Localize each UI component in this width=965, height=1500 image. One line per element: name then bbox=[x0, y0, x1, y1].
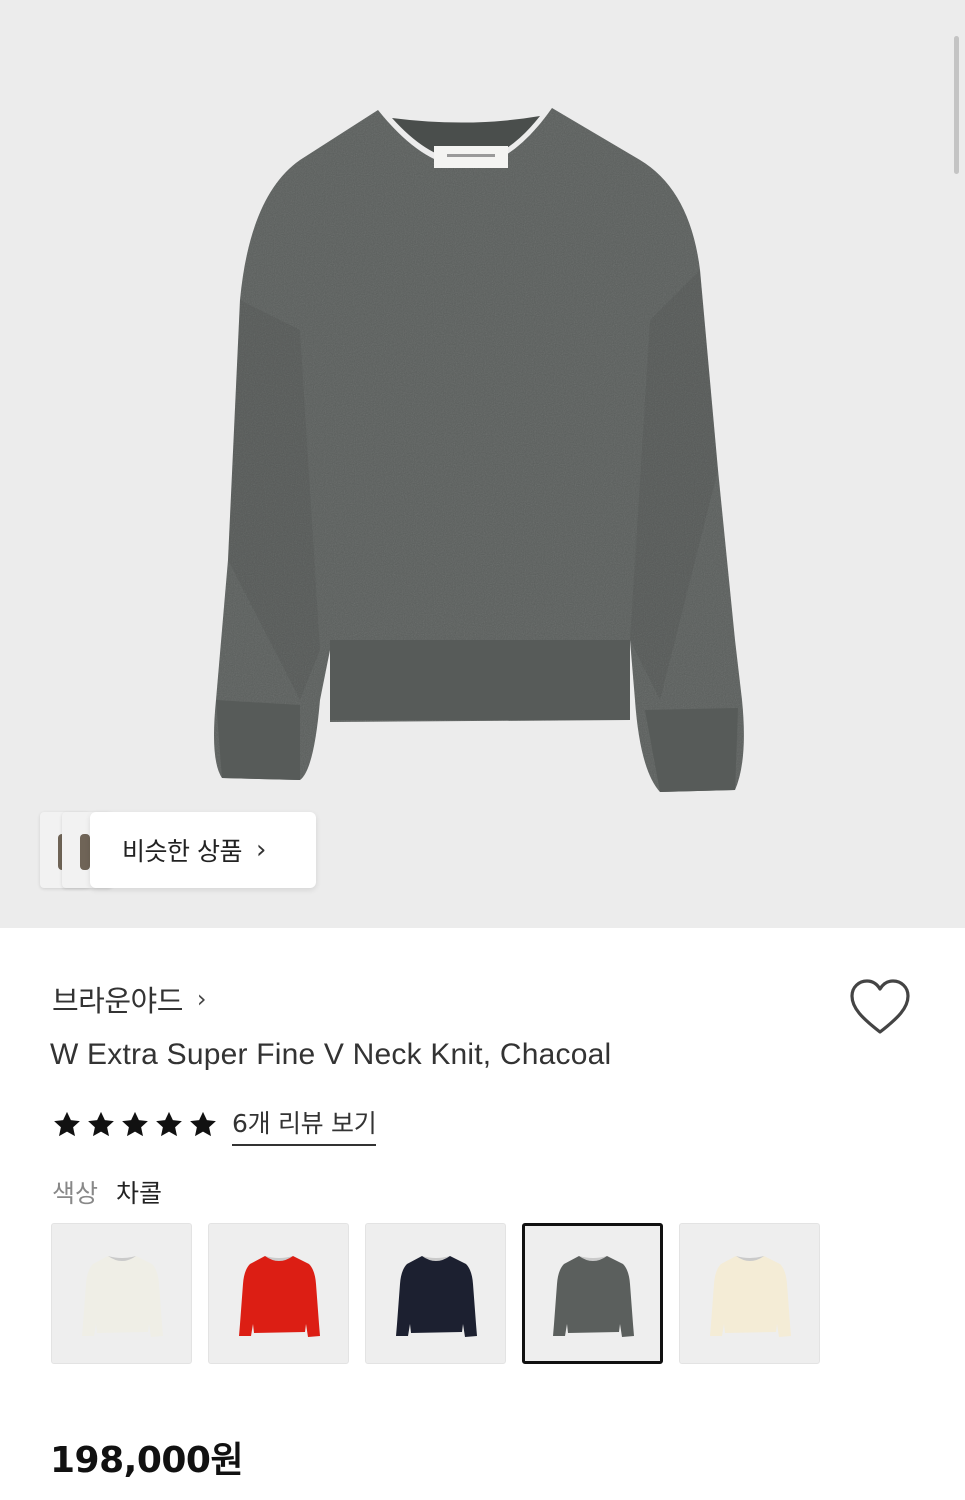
color-row: 색상 차콜 bbox=[52, 1174, 162, 1210]
heart-icon[interactable] bbox=[848, 978, 912, 1038]
similar-products-label: 비슷한 상품 bbox=[122, 837, 242, 866]
star-icon bbox=[122, 1111, 148, 1137]
star-icon bbox=[54, 1111, 80, 1137]
color-swatch-navy[interactable] bbox=[365, 1223, 506, 1364]
star-icon bbox=[156, 1111, 182, 1137]
sweater-image bbox=[214, 108, 744, 792]
brand-link[interactable]: 브라운야드 › bbox=[52, 978, 207, 1020]
color-swatch-charcoal[interactable] bbox=[522, 1223, 663, 1364]
sweater-thumbnail bbox=[239, 1256, 320, 1337]
rating-row: 6개 리뷰 보기 bbox=[52, 1104, 377, 1146]
chevron-right-icon: › bbox=[255, 835, 266, 865]
star-icon bbox=[88, 1111, 114, 1137]
color-swatch-red[interactable] bbox=[208, 1223, 349, 1364]
sweater-thumbnail bbox=[553, 1256, 634, 1337]
color-swatch-cream[interactable] bbox=[679, 1223, 820, 1364]
color-label: 색상 bbox=[52, 1179, 99, 1208]
product-price: 198,000원 bbox=[50, 1440, 244, 1481]
sweater-thumbnail bbox=[396, 1256, 477, 1337]
product-title: W Extra Super Fine V Neck Knit, Chacoal bbox=[50, 1038, 612, 1071]
rating-stars bbox=[52, 1110, 218, 1140]
color-swatches bbox=[51, 1223, 820, 1364]
star-icon bbox=[190, 1111, 216, 1137]
product-hero-image[interactable]: 비슷한 상품 › bbox=[0, 0, 965, 928]
sweater-thumbnail bbox=[710, 1256, 791, 1337]
chevron-right-icon: › bbox=[196, 985, 207, 1013]
similar-products-button[interactable]: 비슷한 상품 › bbox=[90, 812, 316, 888]
brand-name: 브라운야드 bbox=[52, 984, 183, 1018]
color-swatch-ivory[interactable] bbox=[51, 1223, 192, 1364]
scrollbar[interactable] bbox=[954, 36, 959, 174]
sweater-thumbnail bbox=[82, 1256, 163, 1337]
review-link[interactable]: 6개 리뷰 보기 bbox=[232, 1104, 377, 1146]
color-value: 차콜 bbox=[116, 1179, 163, 1208]
